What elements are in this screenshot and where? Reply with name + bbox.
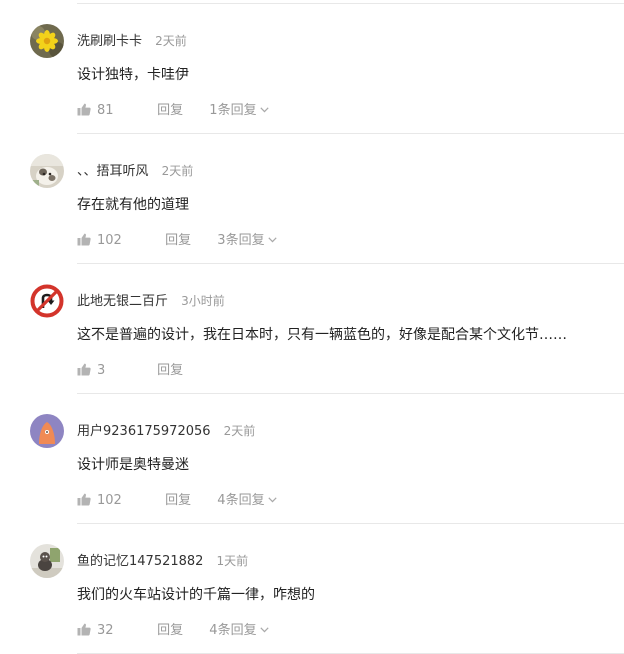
figurine-avatar-icon [30,544,64,578]
view-replies-button[interactable]: 4条回复 [217,491,277,511]
thumbs-up-icon [77,233,91,246]
timestamp: 1天前 [216,554,249,568]
like-button[interactable]: 102 [77,491,147,511]
thumbs-up-icon [77,103,91,116]
reply-button[interactable]: 回复 [165,491,191,511]
view-replies-button[interactable]: 4条回复 [209,621,269,641]
flower-avatar-icon [30,24,64,58]
chevron-down-icon [259,107,269,113]
like-button[interactable]: 102 [77,231,147,251]
reply-button[interactable]: 回复 [157,621,183,641]
comment-meta: 洗刷刷卡卡 2天前 [77,30,187,50]
like-count: 81 [97,103,114,118]
timestamp: 2天前 [223,424,256,438]
username[interactable]: 洗刷刷卡卡 [77,34,142,49]
replies-label: 3条回复 [217,233,265,248]
comment-actions: 3 回复 [77,361,183,381]
no-u-turn-sign-icon [30,284,64,318]
timestamp: 2天前 [155,34,187,48]
avatar[interactable] [30,24,64,58]
comment-actions: 81 回复 1条回复 [77,101,269,121]
like-count: 32 [97,623,114,638]
comment-actions: 102 回复 3条回复 [77,231,277,251]
like-count: 102 [97,233,122,248]
thumbs-up-icon [77,363,91,376]
like-count: 3 [97,363,106,378]
cat-avatar-icon [30,154,64,188]
chevron-down-icon [267,497,277,503]
replies-label: 4条回复 [217,493,265,508]
like-button[interactable]: 3 [77,361,139,381]
chevron-down-icon [267,237,277,243]
replies-label: 4条回复 [209,623,257,638]
comment-actions: 32 回复 4条回复 [77,621,269,641]
username[interactable]: 、、捂耳听风 [77,164,149,179]
chevron-down-icon [259,627,269,633]
avatar[interactable] [30,284,64,318]
username[interactable]: 此地无银二百斤 [77,294,168,309]
comment-text: 设计独特，卡哇伊 [77,67,189,83]
comment-item: 、、捂耳听风 2天前 存在就有他的道理 102 回复 3条回复 [0,134,624,264]
view-replies-button[interactable]: 3条回复 [217,231,277,251]
reply-button[interactable]: 回复 [157,101,183,121]
comment-text: 我们的火车站设计的千篇一律，咋想的 [77,587,315,603]
timestamp: 3小时前 [181,294,225,308]
default-user-avatar-icon [30,414,64,448]
avatar[interactable] [30,414,64,448]
like-button[interactable]: 81 [77,101,139,121]
avatar[interactable] [30,154,64,188]
like-button[interactable]: 32 [77,621,139,641]
comment-item: 用户9236175972056 2天前 设计师是奥特曼迷 102 回复 4条回复 [0,394,624,524]
username[interactable]: 用户9236175972056 [77,424,211,439]
comment-text: 设计师是奥特曼迷 [77,457,189,473]
thumbs-up-icon [77,493,91,506]
reply-button[interactable]: 回复 [165,231,191,251]
replies-label: 1条回复 [209,103,257,118]
comment-meta: 、、捂耳听风 2天前 [77,160,193,180]
comment-meta: 鱼的记忆147521882 1天前 [77,550,248,570]
comment-item: 此地无银二百斤 3小时前 这不是普遍的设计，我在日本时，只有一辆蓝色的，好像是配… [0,264,624,394]
comment-actions: 102 回复 4条回复 [77,491,277,511]
username[interactable]: 鱼的记忆147521882 [77,554,203,569]
thumbs-up-icon [77,623,91,636]
avatar[interactable] [30,544,64,578]
comment-meta: 此地无银二百斤 3小时前 [77,290,225,310]
comment-item: 鱼的记忆147521882 1天前 我们的火车站设计的千篇一律，咋想的 32 回… [0,524,624,654]
like-count: 102 [97,493,122,508]
comment-meta: 用户9236175972056 2天前 [77,420,255,440]
timestamp: 2天前 [161,164,194,178]
comment-item: 洗刷刷卡卡 2天前 设计独特，卡哇伊 81 回复 1条回复 [0,4,624,134]
view-replies-button[interactable]: 1条回复 [209,101,269,121]
reply-button[interactable]: 回复 [157,361,183,381]
comment-text: 这不是普遍的设计，我在日本时，只有一辆蓝色的，好像是配合某个文化节…… [77,327,567,343]
comment-text: 存在就有他的道理 [77,197,189,213]
